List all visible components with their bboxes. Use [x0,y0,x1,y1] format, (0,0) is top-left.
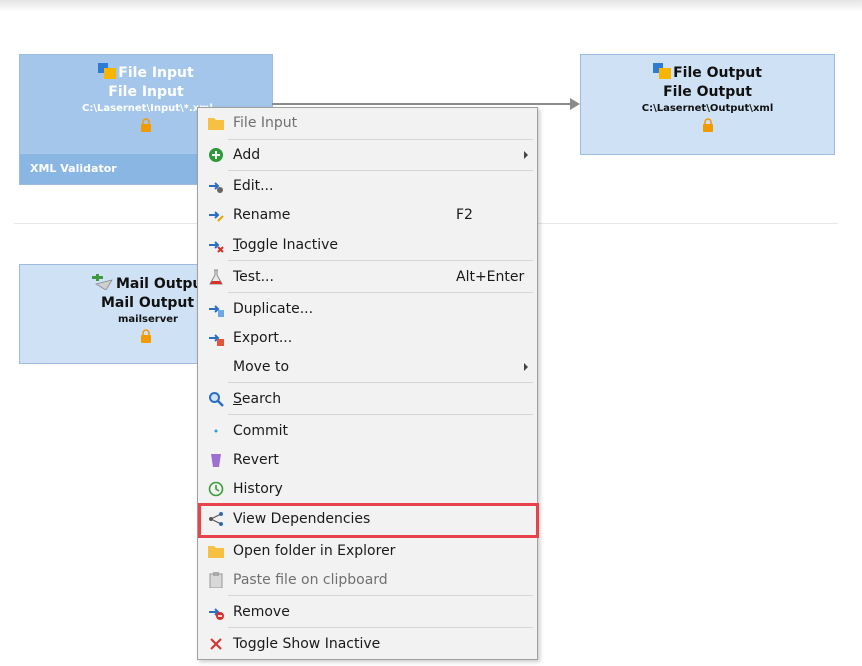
commit-icon [208,423,224,439]
lock-icon [141,118,151,132]
lock-icon [141,329,151,343]
menu-separator [228,627,533,628]
menu-item-revert[interactable]: Revert [199,446,536,474]
flask-icon [208,269,224,285]
remove-icon [208,604,224,620]
xml-validator-label: XML Validator [30,162,117,175]
menu-item-move-to[interactable]: Move to [199,353,536,381]
toggle-inactive-icon [208,237,224,253]
menu-item-rename[interactable]: Rename F2 [199,201,536,229]
file-input-icon [98,63,117,79]
menu-separator [228,414,533,415]
edit-icon [208,178,224,194]
file-input-subtitle: File Input [108,84,184,100]
file-input-title-row: File Input [20,63,272,83]
file-output-path: C:\Lasernet\Output\xml [641,103,774,114]
menu-item-duplicate[interactable]: Duplicate... [199,295,536,323]
menu-item-remove[interactable]: Remove [199,598,536,626]
menu-item-commit[interactable]: Commit [199,417,536,445]
mail-output-title: Mail Output [116,276,210,292]
menu-header-file-input: File Input [199,109,536,137]
file-output-title-row: File Output [581,63,834,83]
toggle-inactive-label-rest: oggle Inactive [239,237,339,253]
folder-icon [208,115,224,131]
submenu-arrow-icon [524,151,528,159]
menu-separator [228,382,533,383]
history-icon [208,481,224,497]
file-output-node[interactable]: File Output File Output C:\Lasernet\Outp… [580,54,835,155]
menu-separator [228,139,533,140]
file-output-title: File Output [673,65,762,81]
menu-item-paste-file: Paste file on clipboard [199,566,536,594]
submenu-arrow-icon [524,363,528,371]
export-icon [208,330,224,346]
add-circle-icon [208,147,224,163]
connector-arrowhead [570,98,580,110]
file-output-subtitle: File Output [663,84,752,100]
menu-separator [228,170,533,171]
top-shadow-bar [0,0,862,12]
connector-line [272,103,572,105]
duplicate-icon [208,301,224,317]
search-label: Search [233,391,282,407]
file-input-title: File Input [118,65,194,81]
mail-add-icon [90,274,114,291]
menu-item-search[interactable]: Search [199,385,536,413]
menu-item-edit[interactable]: Edit... [199,172,536,200]
context-menu: File Input Add Edit... Rename F2 Toggle … [197,107,539,660]
revert-icon [208,452,224,468]
menu-item-export[interactable]: Export... [199,324,536,352]
menu-item-test[interactable]: Test... Alt+Enter [199,263,536,291]
menu-separator [228,292,533,293]
menu-item-toggle-show-inactive[interactable]: Toggle Show Inactive [199,630,536,658]
toggle-inactive-label: Toggle Inactive [233,237,339,253]
lock-icon [702,118,713,132]
menu-item-toggle-inactive[interactable]: Toggle Inactive [199,231,536,259]
close-x-icon [208,636,224,652]
search-label-rest: earch [241,391,282,407]
menu-item-history[interactable]: History [199,475,536,503]
rename-icon [208,207,224,223]
menu-separator [228,260,533,261]
highlight-box [198,503,539,538]
folder-icon [208,543,224,559]
file-output-icon [653,63,672,79]
menu-item-add[interactable]: Add [199,141,536,169]
menu-separator [228,595,533,596]
menu-item-open-folder[interactable]: Open folder in Explorer [199,537,536,565]
clipboard-icon [208,572,224,588]
search-icon [208,391,224,407]
